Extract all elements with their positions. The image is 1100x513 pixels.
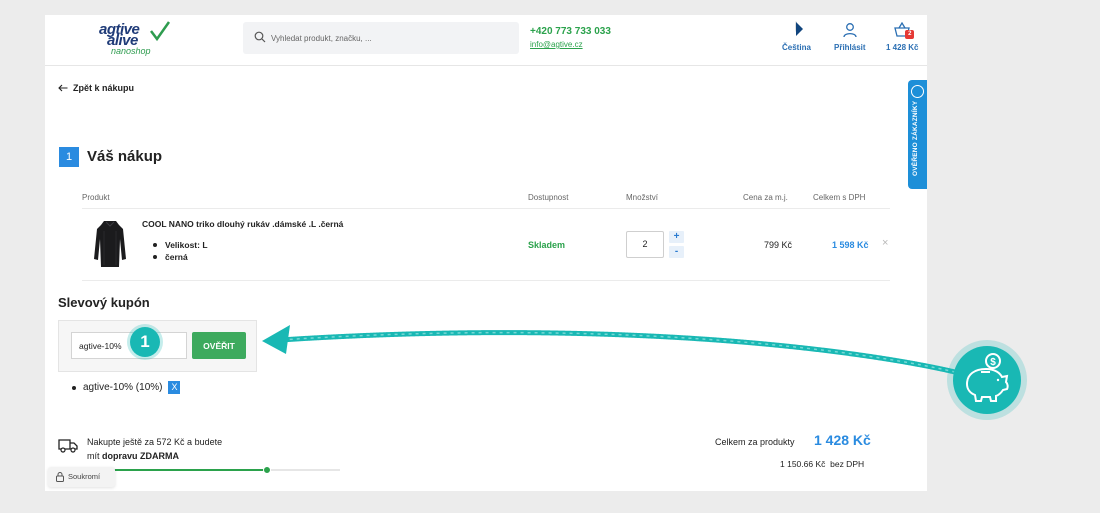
piggy-bank-icon: $ [953, 346, 1021, 414]
svg-text:$: $ [990, 357, 996, 368]
annotation-arrow [262, 325, 958, 375]
